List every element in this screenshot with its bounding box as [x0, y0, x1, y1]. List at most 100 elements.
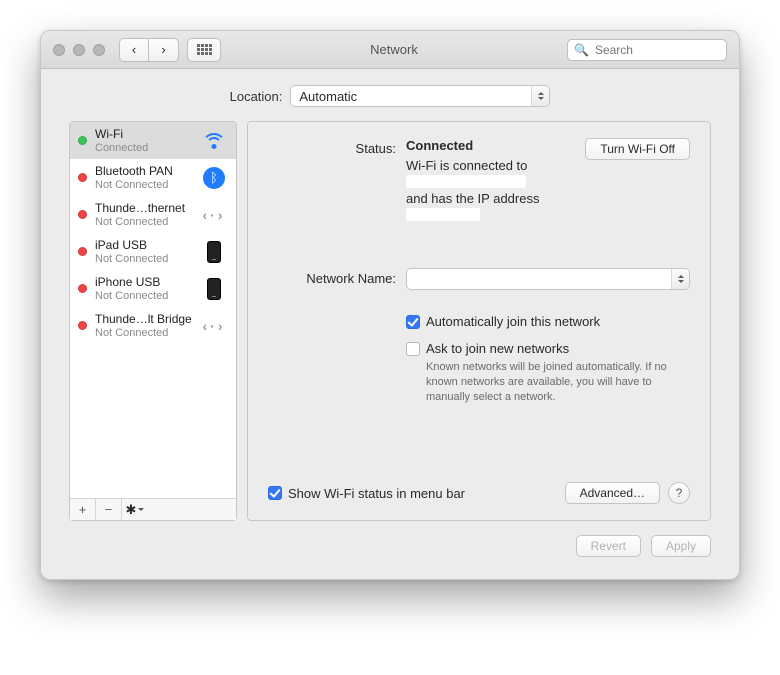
columns: Wi-FiConnectedBluetooth PANNot Connected… — [69, 121, 711, 521]
thunderbolt-icon — [201, 317, 227, 335]
detail-pane: Status: Connected Wi-Fi is connected to … — [247, 121, 711, 521]
window-body: Location: Automatic Wi-FiConnectedBlueto… — [41, 69, 739, 579]
service-status: Not Connected — [95, 179, 192, 191]
service-item[interactable]: Bluetooth PANNot Connected ᛒ — [70, 159, 236, 196]
thunderbolt-icon — [201, 206, 227, 224]
search-input[interactable] — [593, 42, 740, 58]
status-dot-icon — [78, 210, 87, 219]
network-name-row: Network Name: — [268, 268, 690, 290]
status-row: Status: Connected Wi-Fi is connected to … — [268, 138, 690, 222]
service-type-icon — [200, 277, 228, 301]
service-type-icon — [200, 314, 228, 338]
show-status-checkbox[interactable] — [268, 486, 282, 500]
service-item[interactable]: Wi-FiConnected — [70, 122, 236, 159]
service-status: Not Connected — [95, 253, 192, 265]
wifi-toggle-wrap: Turn Wi-Fi Off — [585, 138, 690, 160]
status-info: Wi-Fi is connected to and has the IP add… — [406, 157, 575, 222]
nav-buttons: ‹ › — [119, 38, 179, 62]
help-button[interactable]: ? — [668, 482, 690, 504]
service-item[interactable]: iPad USBNot Connected — [70, 233, 236, 270]
gear-icon: ✱ — [126, 502, 145, 518]
status-dot-icon — [78, 284, 87, 293]
service-text: iPhone USBNot Connected — [95, 275, 192, 302]
redacted-ssid — [406, 175, 526, 188]
location-popup[interactable]: Automatic — [290, 85, 550, 107]
auto-join-label: Automatically join this network — [426, 314, 600, 329]
wifi-toggle-button[interactable]: Turn Wi-Fi Off — [585, 138, 690, 160]
bluetooth-icon: ᛒ — [203, 167, 225, 189]
status-dot-icon — [78, 173, 87, 182]
location-value: Automatic — [299, 89, 357, 104]
service-name: Bluetooth PAN — [95, 164, 192, 178]
service-name: Wi-Fi — [95, 127, 192, 141]
service-status: Not Connected — [95, 327, 192, 339]
chevron-right-icon: › — [161, 42, 165, 57]
popup-indicator-icon — [531, 86, 549, 106]
service-item[interactable]: iPhone USBNot Connected — [70, 270, 236, 307]
service-item[interactable]: Thunde…lt BridgeNot Connected — [70, 307, 236, 344]
auto-join-row: Automatically join this network — [406, 314, 690, 329]
phone-icon — [207, 241, 221, 263]
service-actions-button[interactable]: ✱ — [122, 499, 148, 520]
network-name-label: Network Name: — [268, 268, 396, 286]
redacted-ip — [406, 208, 480, 221]
zoom-dot[interactable] — [93, 44, 105, 56]
network-name-value-wrap — [406, 268, 690, 290]
service-type-icon — [200, 240, 228, 264]
service-text: iPad USBNot Connected — [95, 238, 192, 265]
back-button[interactable]: ‹ — [119, 38, 149, 62]
window-title: Network — [221, 42, 567, 57]
service-name: iPhone USB — [95, 275, 192, 289]
auto-join-checkbox[interactable] — [406, 315, 420, 329]
show-status-label: Show Wi-Fi status in menu bar — [288, 486, 465, 501]
service-name: iPad USB — [95, 238, 192, 252]
ask-join-hint: Known networks will be joined automatica… — [426, 360, 690, 405]
prefs-window: ‹ › Network 🔍 Location: Automatic Wi-FiC… — [40, 30, 740, 580]
advanced-button[interactable]: Advanced… — [565, 482, 660, 504]
remove-service-button[interactable]: − — [96, 499, 122, 520]
service-text: Bluetooth PANNot Connected — [95, 164, 192, 191]
revert-button[interactable]: Revert — [576, 535, 641, 557]
minimize-dot[interactable] — [73, 44, 85, 56]
service-type-icon — [200, 203, 228, 227]
chevron-left-icon: ‹ — [132, 42, 136, 57]
forward-button[interactable]: › — [149, 38, 179, 62]
service-status: Not Connected — [95, 216, 192, 228]
ask-join-checkbox[interactable] — [406, 342, 420, 356]
location-row: Location: Automatic — [69, 85, 711, 107]
window-footer: Revert Apply — [69, 535, 711, 557]
service-text: Wi-FiConnected — [95, 127, 192, 154]
apply-button[interactable]: Apply — [651, 535, 711, 557]
network-name-popup[interactable] — [406, 268, 690, 290]
titlebar: ‹ › Network 🔍 — [41, 31, 739, 69]
status-value-block: Connected Wi-Fi is connected to and has … — [406, 138, 575, 222]
service-type-icon: ᛒ — [200, 166, 228, 190]
close-dot[interactable] — [53, 44, 65, 56]
service-type-icon — [200, 129, 228, 153]
status-label: Status: — [268, 138, 396, 156]
search-icon: 🔍 — [574, 43, 589, 57]
show-all-button[interactable] — [187, 38, 221, 62]
status-dot-icon — [78, 136, 87, 145]
service-name: Thunde…thernet — [95, 201, 192, 215]
location-label: Location: — [230, 89, 283, 104]
service-text: Thunde…lt BridgeNot Connected — [95, 312, 192, 339]
pane-footer: Show Wi-Fi status in menu bar Advanced… … — [268, 482, 690, 504]
status-dot-icon — [78, 321, 87, 330]
add-service-button[interactable]: + — [70, 499, 96, 520]
wifi-icon — [203, 133, 225, 149]
window-controls — [53, 44, 105, 56]
service-sidebar: Wi-FiConnectedBluetooth PANNot Connected… — [69, 121, 237, 521]
grid-icon — [197, 44, 212, 55]
service-list-footer: + − ✱ — [70, 498, 236, 520]
service-status: Connected — [95, 142, 192, 154]
phone-icon — [207, 278, 221, 300]
service-list[interactable]: Wi-FiConnectedBluetooth PANNot Connected… — [70, 122, 236, 498]
status-value: Connected — [406, 138, 473, 153]
service-status: Not Connected — [95, 290, 192, 302]
search-field[interactable]: 🔍 — [567, 39, 727, 61]
service-text: Thunde…thernetNot Connected — [95, 201, 192, 228]
show-status-row: Show Wi-Fi status in menu bar — [268, 486, 465, 501]
service-item[interactable]: Thunde…thernetNot Connected — [70, 196, 236, 233]
service-name: Thunde…lt Bridge — [95, 312, 192, 326]
